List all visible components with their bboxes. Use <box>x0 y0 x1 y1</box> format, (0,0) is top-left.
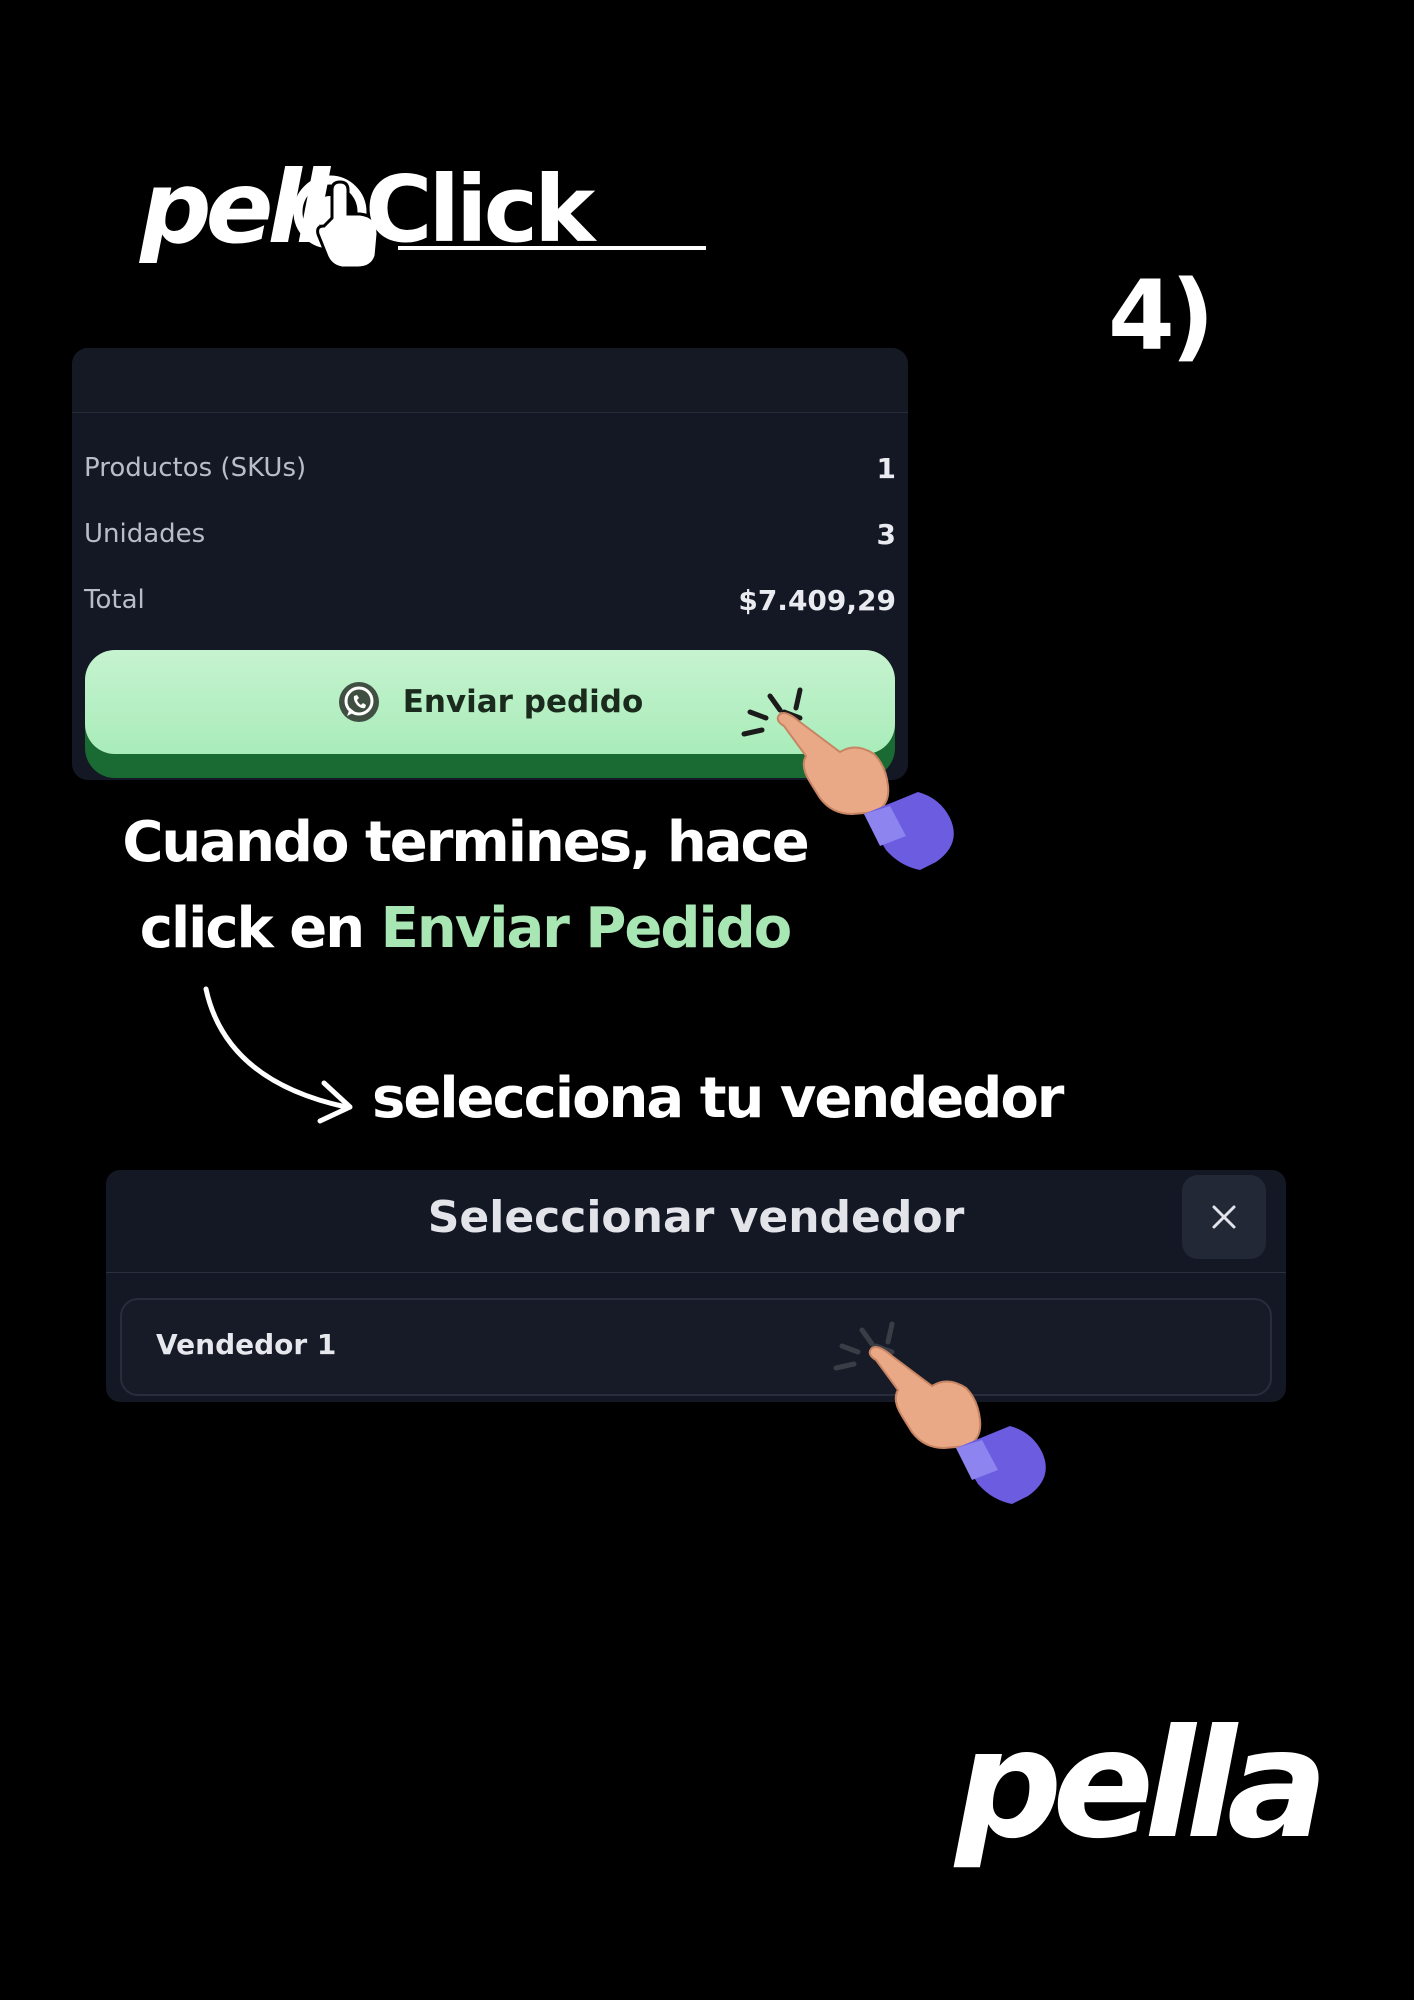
modal-title: Seleccionar vendedor <box>427 1192 965 1243</box>
summary-row-units: Unidades 3 <box>84 514 896 554</box>
pellaclick-logo: pell Click <box>140 158 706 278</box>
summary-row-total: Total $7.409,29 <box>84 580 896 620</box>
summary-label: Unidades <box>84 519 206 549</box>
instruction-line-2: click en Enviar Pedido <box>0 886 930 972</box>
close-icon <box>1212 1205 1236 1229</box>
summary-row-skus: Productos (SKUs) 1 <box>84 448 896 488</box>
instruction-line-1: Cuando termines, hace <box>122 810 809 875</box>
seller-option[interactable]: Vendedor 1 <box>120 1298 1272 1396</box>
select-seller-hint: selecciona tu vendedor <box>372 1066 1064 1131</box>
logo-underline <box>398 246 706 250</box>
instruction-text: Cuando termines, hace click en Enviar Pe… <box>0 800 930 972</box>
modal-header: Seleccionar vendedor <box>106 1170 1286 1273</box>
pointing-hand-icon <box>833 1321 1046 1504</box>
step-number: 4) <box>1108 260 1215 372</box>
summary-header <box>72 348 908 413</box>
summary-value: 3 <box>876 517 896 551</box>
curved-arrow-icon <box>203 986 353 1124</box>
close-button[interactable] <box>1182 1175 1266 1259</box>
instruction-line-2-prefix: click en <box>139 896 381 961</box>
instruction-highlight: Enviar Pedido <box>380 896 793 961</box>
select-seller-modal: Seleccionar vendedor Vendedor 1 <box>106 1170 1286 1402</box>
summary-value: 1 <box>876 451 896 485</box>
summary-total-value: $7.409,29 <box>738 583 896 617</box>
pella-logo: pella <box>955 1698 1328 1872</box>
send-button-label: Enviar pedido <box>402 684 644 720</box>
seller-option-label: Vendedor 1 <box>156 1328 337 1361</box>
summary-label: Productos (SKUs) <box>84 453 307 483</box>
whatsapp-icon <box>338 682 379 722</box>
logo-text-click: Click <box>365 156 595 263</box>
summary-label: Total <box>84 585 145 615</box>
